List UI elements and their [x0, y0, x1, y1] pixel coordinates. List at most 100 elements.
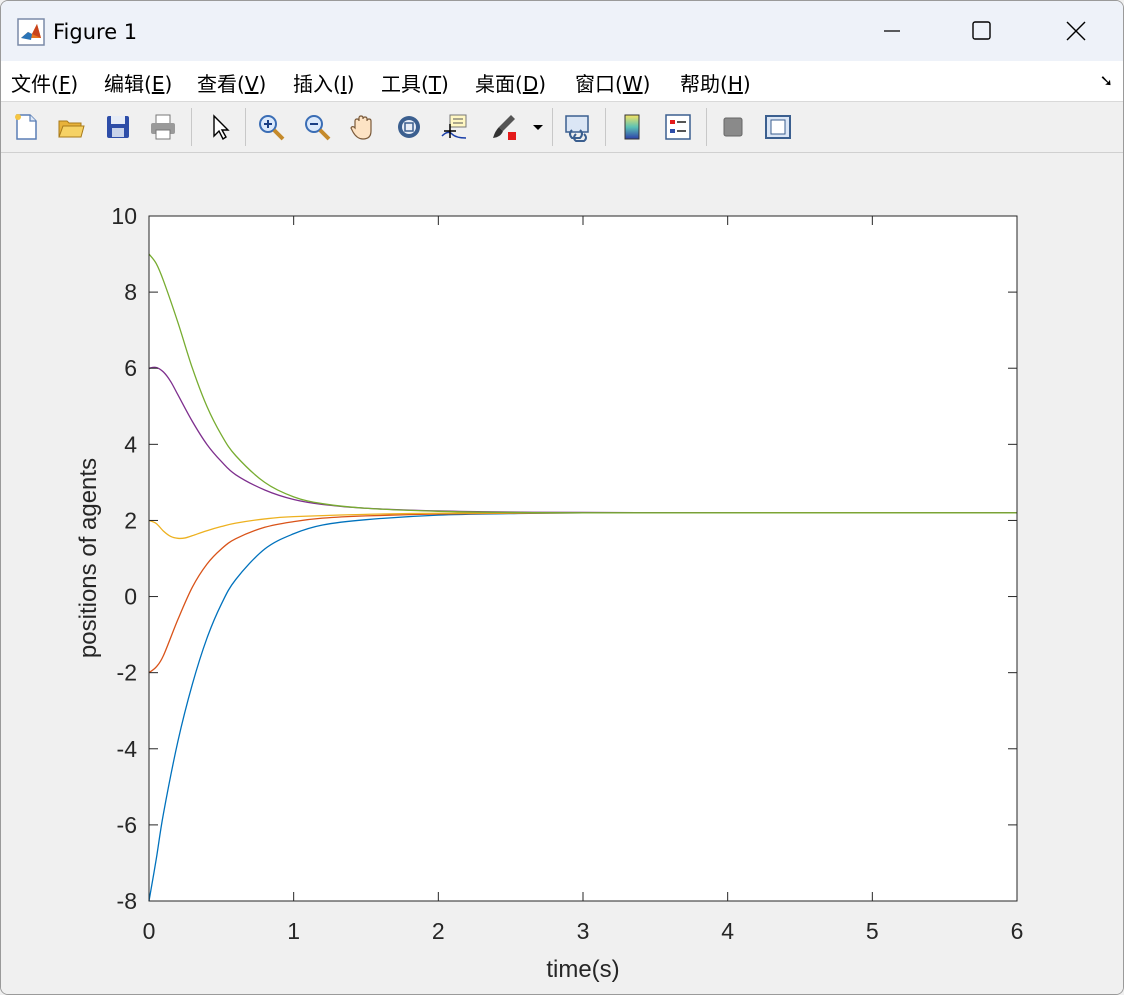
menu-accelerator: V: [244, 72, 259, 96]
y-tick-label: -8: [117, 888, 137, 914]
show-plot-tools-button[interactable]: [761, 110, 795, 144]
figure-toolbar: [1, 102, 1123, 153]
link-plot-icon: [565, 115, 589, 142]
menu-view[interactable]: 查看(V): [197, 68, 266, 97]
new-figure-button[interactable]: [9, 110, 43, 144]
menu-label: 编辑(: [104, 72, 152, 96]
menu-bar: 文件(F) 编辑(E) 查看(V) 插入(I) 工具(T) 桌面(D) 窗口(W…: [1, 61, 1123, 102]
x-tick-label: 4: [721, 918, 734, 944]
colorbar-button[interactable]: [615, 110, 649, 144]
open-file-icon: [58, 120, 85, 138]
zoom-out-button[interactable]: [300, 110, 334, 144]
hide-plot-tools-icon: [723, 117, 743, 137]
plot-svg[interactable]: 0 1 2 3 4 5 6 -8 -6 -4 -2 0 2 4 6 8 10 time(s) positions…: [1, 153, 1123, 994]
y-tick-label: -2: [117, 660, 137, 686]
menu-label: 文件(: [11, 72, 59, 96]
figure-canvas: 0 1 2 3 4 5 6 -8 -6 -4 -2 0 2 4 6 8 10 time(s) positions…: [1, 153, 1123, 994]
maximize-icon: [972, 21, 991, 40]
y-tick-label: 10: [111, 203, 137, 229]
link-plot-button[interactable]: [561, 110, 595, 144]
save-icon: [107, 116, 129, 138]
y-tick-label: 2: [124, 507, 137, 533]
colorbar-icon: [624, 114, 640, 140]
x-tick-label: 1: [287, 918, 300, 944]
menu-accelerator: E: [151, 72, 165, 96]
x-tick-label: 5: [866, 918, 879, 944]
menu-label: 插入(: [293, 72, 341, 96]
edit-plot-arrow-icon: [213, 114, 230, 141]
title-bar: Figure 1: [1, 1, 1123, 61]
maximize-button[interactable]: [959, 11, 1005, 51]
dock-arrow-icon[interactable]: ➘: [1100, 71, 1113, 90]
pan-hand-icon: [350, 115, 372, 140]
x-tick-label: 2: [432, 918, 445, 944]
matlab-logo-icon: [17, 18, 45, 46]
menu-insert[interactable]: 插入(I): [293, 68, 355, 97]
menu-label-end: ): [164, 72, 173, 96]
menu-window[interactable]: 窗口(W): [575, 68, 650, 97]
new-figure-icon: [15, 114, 37, 140]
menu-label-end: ): [642, 72, 651, 96]
y-tick-label: -6: [117, 812, 137, 838]
menu-tools[interactable]: 工具(T): [381, 68, 449, 97]
rotate-3d-icon: [398, 116, 420, 138]
y-tick-label: 4: [124, 431, 137, 457]
zoom-in-button[interactable]: [254, 110, 288, 144]
minimize-button[interactable]: [869, 11, 915, 51]
menu-label: 窗口(: [575, 72, 623, 96]
show-plot-tools-icon: [765, 115, 791, 139]
menu-accelerator: F: [58, 72, 71, 96]
data-cursor-icon: [441, 114, 467, 139]
print-icon: [151, 114, 175, 140]
menu-help[interactable]: 帮助(H): [680, 68, 751, 97]
minimize-icon: [884, 30, 900, 32]
menu-label: 工具(: [381, 72, 429, 96]
y-tick-label: -4: [117, 736, 138, 762]
brush-dropdown-icon: [533, 125, 543, 130]
rotate-3d-button[interactable]: [392, 110, 426, 144]
menu-desktop[interactable]: 桌面(D): [475, 68, 546, 97]
legend-button[interactable]: [661, 110, 695, 144]
x-tick-label: 3: [577, 918, 590, 944]
menu-accelerator: D: [522, 72, 539, 96]
x-axis-label: time(s): [546, 956, 619, 983]
data-cursor-button[interactable]: [438, 110, 472, 144]
open-file-button[interactable]: [54, 110, 88, 144]
menu-label: 桌面(: [475, 72, 523, 96]
toolbar-separator: [706, 108, 707, 146]
window-title: Figure 1: [53, 20, 138, 44]
menu-label-end: ): [70, 72, 79, 96]
y-tick-label: 6: [124, 355, 137, 381]
y-axis-label: positions of agents: [75, 458, 102, 658]
menu-label-end: ): [441, 72, 449, 96]
x-tick-label: 6: [1011, 918, 1024, 944]
menu-label-end: ): [346, 72, 355, 96]
print-button[interactable]: [146, 110, 180, 144]
menu-accelerator: W: [622, 72, 643, 96]
x-tick-label: 0: [143, 918, 156, 944]
brush-dropdown-button[interactable]: [529, 110, 547, 144]
edit-plot-button[interactable]: [203, 110, 237, 144]
menu-edit[interactable]: 编辑(E): [104, 68, 172, 97]
menu-label: 查看(: [197, 72, 245, 96]
toolbar-separator: [191, 108, 192, 146]
menu-label-end: ): [258, 72, 267, 96]
y-tick-label: 0: [124, 584, 137, 610]
menu-accelerator: H: [727, 72, 743, 96]
hide-plot-tools-button[interactable]: [716, 110, 750, 144]
pan-button[interactable]: [346, 110, 380, 144]
menu-accelerator: T: [428, 72, 442, 96]
brush-button[interactable]: [487, 110, 521, 144]
figure-window: Figure 1 文件(F) 编辑(E) 查看(V) 插入(I) 工具(T) 桌…: [0, 0, 1124, 995]
brush-icon: [493, 115, 516, 140]
legend-icon: [665, 114, 691, 140]
menu-label: 帮助(: [680, 72, 728, 96]
zoom-out-icon: [305, 115, 331, 141]
menu-file[interactable]: 文件(F): [11, 68, 78, 97]
close-icon: [1066, 21, 1086, 41]
toolbar-separator: [245, 108, 246, 146]
close-button[interactable]: [1053, 11, 1099, 51]
axes-background: [149, 216, 1017, 901]
zoom-in-icon: [259, 115, 285, 141]
save-button[interactable]: [101, 110, 135, 144]
